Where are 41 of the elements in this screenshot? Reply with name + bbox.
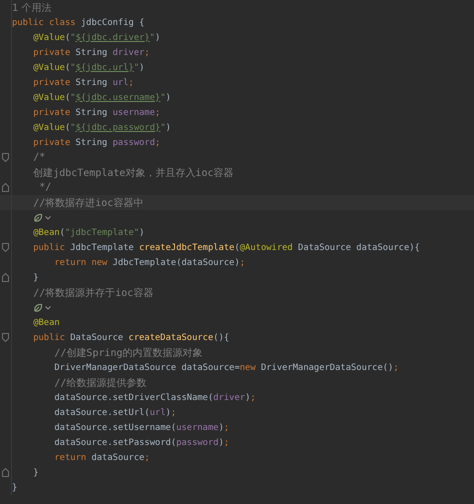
code-line: } xyxy=(33,468,38,478)
code-comment: //创建Spring的内置数据源对象 xyxy=(54,346,203,360)
usage-hint[interactable]: 1 个用法 xyxy=(12,0,52,14)
code-line: private String url; xyxy=(33,78,134,88)
code-line: @Value("${jdbc.username}") xyxy=(33,92,171,102)
fold-marker-icon[interactable] xyxy=(2,153,9,162)
code-line: } xyxy=(33,272,38,282)
code-comment: 创建jdbcTemplate对象，并且存入ioc容器 xyxy=(33,166,234,180)
code-comment: //给数据源提供参数 xyxy=(54,376,146,390)
code-line: public JdbcTemplate createJdbcTemplate(@Autowired DataSource dataSource){ xyxy=(33,242,420,252)
code-line: } xyxy=(12,482,18,492)
fold-marker-icon[interactable] xyxy=(2,273,9,282)
chevron-down-icon[interactable] xyxy=(45,306,52,310)
code-comment: //将数据存进ioc容器中 xyxy=(33,196,144,210)
code-line: dataSource.setDriverClassName(driver); xyxy=(54,392,256,402)
code-line: dataSource.setUrl(url); xyxy=(54,408,176,418)
code-line: public class jdbcConfig { xyxy=(12,18,144,28)
code-comment: */ xyxy=(38,182,52,193)
code-line: private String driver; xyxy=(33,48,150,58)
code-line: return new JdbcTemplate(dataSource); xyxy=(54,258,246,268)
code-line: return dataSource; xyxy=(54,452,150,462)
code-comment: //将数据源并存于ioc容器 xyxy=(33,286,154,300)
code-line: public DataSource createDataSource(){ xyxy=(33,332,230,342)
code-line: dataSource.setPassword(password); xyxy=(54,438,230,448)
fold-marker-icon[interactable] xyxy=(2,333,9,342)
fold-marker-icon[interactable] xyxy=(2,468,9,477)
code-line: @Bean("jdbcTemplate") xyxy=(33,228,144,238)
chevron-down-icon[interactable] xyxy=(45,216,52,220)
code-line: @Value("${jdbc.driver}") xyxy=(33,32,160,42)
code-line: private String username; xyxy=(33,108,160,118)
leaf-icon[interactable] xyxy=(33,302,44,312)
fold-marker-icon[interactable] xyxy=(2,243,9,252)
code-line: private String password; xyxy=(33,138,160,148)
code-line: @Value("${jdbc.password}") xyxy=(33,122,171,132)
code-line: DriverManagerDataSource dataSource=new DriverManagerDataSource(); xyxy=(54,362,399,372)
code-comment: /* xyxy=(33,152,46,163)
code-line: dataSource.setUsername(username); xyxy=(54,422,230,432)
fold-marker-icon[interactable] xyxy=(2,183,9,192)
leaf-icon[interactable] xyxy=(33,212,44,222)
code-line: @Value("${jdbc.url}") xyxy=(33,62,144,72)
code-line: @Bean xyxy=(33,318,60,328)
